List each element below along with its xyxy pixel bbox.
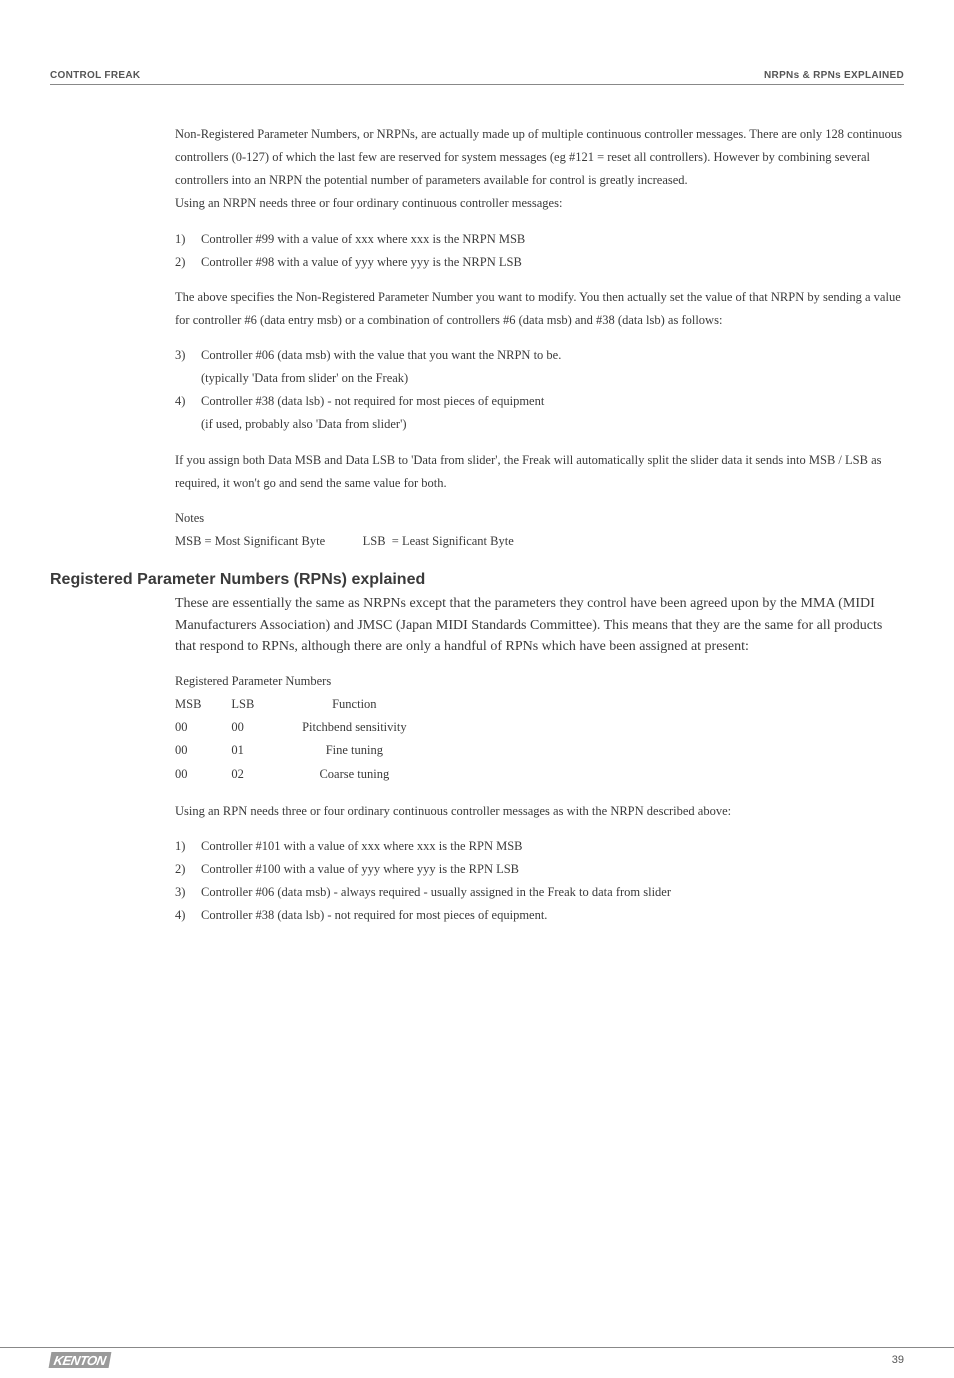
section-heading-rpn: Registered Parameter Numbers (RPNs) expl… — [50, 571, 904, 589]
notes-label: Notes — [175, 507, 904, 530]
col-lsb: LSB — [231, 693, 284, 716]
list-item: 1)Controller #101 with a value of xxx wh… — [175, 835, 904, 858]
kenton-logo: KENTON — [49, 1352, 111, 1368]
list-item: 2)Controller #98 with a value of yyy whe… — [175, 251, 904, 274]
list-rpn-steps: 1)Controller #101 with a value of xxx wh… — [175, 835, 904, 928]
page-footer: KENTON 39 — [0, 1347, 954, 1378]
list-item: 3)Controller #06 (data msb) with the val… — [175, 344, 904, 390]
list-subtext: (typically 'Data from slider' on the Fre… — [201, 367, 904, 390]
list-item: 4)Controller #38 (data lsb) - not requir… — [175, 390, 904, 436]
list-subtext: (if used, probably also 'Data from slide… — [201, 413, 904, 436]
list-nrpn-spec: 1)Controller #99 with a value of xxx whe… — [175, 228, 904, 274]
list-item: 4)Controller #38 (data lsb) - not requir… — [175, 904, 904, 927]
rpn-table-title: Registered Parameter Numbers — [175, 670, 904, 693]
col-msb: MSB — [175, 693, 231, 716]
paragraph-nrpn-intro: Non-Registered Parameter Numbers, or NRP… — [175, 123, 904, 216]
notes-block: Notes MSB = Most Significant Byte LSB = … — [175, 507, 904, 553]
list-item: 1)Controller #99 with a value of xxx whe… — [175, 228, 904, 251]
paragraph-auto-split: If you assign both Data MSB and Data LSB… — [175, 449, 904, 495]
page-number: 39 — [892, 1354, 904, 1366]
list-item: 3)Controller #06 (data msb) - always req… — [175, 881, 904, 904]
rpn-table: MSB LSB Function 00 00 Pitchbend sensiti… — [175, 693, 454, 786]
paragraph-rpn-intro: These are essentially the same as NRPNs … — [175, 593, 904, 658]
paragraph-rpn-usage: Using an RPN needs three or four ordinar… — [175, 800, 904, 823]
table-row: 00 02 Coarse tuning — [175, 763, 454, 786]
notes-definitions: MSB = Most Significant Byte LSB = Least … — [175, 530, 904, 553]
table-row: 00 00 Pitchbend sensitivity — [175, 716, 454, 739]
table-header-row: MSB LSB Function — [175, 693, 454, 716]
list-item: 2)Controller #100 with a value of yyy wh… — [175, 858, 904, 881]
table-row: 00 01 Fine tuning — [175, 739, 454, 762]
header-right: NRPNs & RPNs EXPLAINED — [764, 70, 904, 81]
col-function: Function — [284, 693, 454, 716]
header-left: CONTROL FREAK — [50, 70, 140, 81]
list-nrpn-value: 3)Controller #06 (data msb) with the val… — [175, 344, 904, 437]
paragraph-nrpn-value: The above specifies the Non-Registered P… — [175, 286, 904, 332]
page-header: CONTROL FREAK NRPNs & RPNs EXPLAINED — [50, 70, 904, 85]
